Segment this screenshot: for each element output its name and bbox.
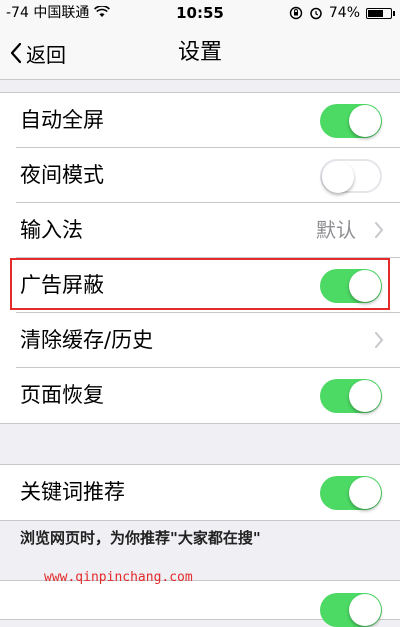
row-label: 关键词推荐: [20, 480, 125, 504]
keyword-recommend-toggle[interactable]: [320, 476, 382, 510]
back-button[interactable]: 返回: [10, 26, 66, 80]
row-label: 自动全屏: [20, 108, 104, 132]
toggle-knob: [349, 380, 381, 412]
row-ad-block: 广告屏蔽: [0, 258, 400, 313]
toggle-knob: [322, 161, 354, 193]
rotation-lock-icon: [289, 6, 303, 20]
ad-block-toggle[interactable]: [320, 269, 382, 303]
chevron-right-icon: [375, 222, 384, 238]
back-label: 返回: [26, 42, 66, 67]
toggle-knob: [349, 477, 381, 509]
toggle-knob: [349, 594, 381, 626]
input-method-value: 默认: [316, 218, 356, 242]
keyword-footnote: 浏览网页时，为你推荐"大家都在搜": [20, 529, 261, 547]
row-label: 广告屏蔽: [20, 273, 104, 297]
row-label: 页面恢复: [20, 383, 104, 407]
row-auto-fullscreen: 自动全屏: [0, 93, 400, 148]
chevron-left-icon: [10, 42, 22, 64]
toggle-knob: [349, 105, 381, 137]
row-clear-cache[interactable]: 清除缓存/历史: [0, 313, 400, 368]
row-label: 输入法: [20, 218, 83, 242]
row-input-method[interactable]: 输入法 默认: [0, 203, 400, 258]
row-page-restore: 页面恢复: [0, 368, 400, 423]
row-night-mode: 夜间模式: [0, 148, 400, 203]
row-label: 清除缓存/历史: [20, 328, 154, 352]
alarm-icon: [310, 7, 322, 20]
settings-group-main: 自动全屏 夜间模式 输入法 默认 广告屏蔽 清除缓存/历史 页面恢复: [0, 92, 400, 424]
status-bar: -74 中国联通 10:55 74%: [0, 0, 400, 26]
row-label: 夜间模式: [20, 163, 104, 187]
watermark-text: www.qinpinchang.com: [44, 570, 193, 585]
settings-group-next: [0, 580, 400, 627]
settings-group-keywords: 关键词推荐: [0, 464, 400, 521]
row-keyword-recommend: 关键词推荐: [0, 465, 400, 520]
night-mode-toggle[interactable]: [320, 159, 382, 193]
chevron-right-icon: [375, 332, 384, 348]
auto-fullscreen-toggle[interactable]: [320, 104, 382, 138]
battery-percent: 74%: [328, 5, 360, 21]
status-right: 74%: [289, 0, 395, 26]
next-row-toggle[interactable]: [320, 593, 382, 627]
toggle-knob: [349, 270, 381, 302]
navigation-bar: 设置 返回: [0, 26, 400, 80]
battery-icon: [366, 7, 395, 19]
page-restore-toggle[interactable]: [320, 379, 382, 413]
